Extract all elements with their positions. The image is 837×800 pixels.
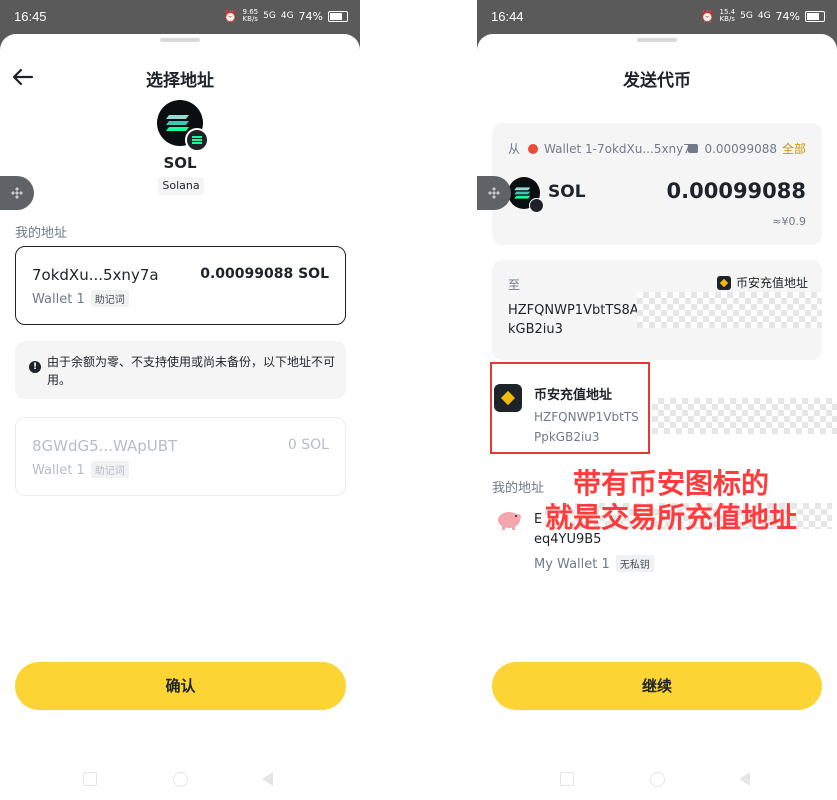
- status-icons: ⏰ 9.65 KB/s 5G 4G 74%: [224, 9, 348, 23]
- to-address-line1: HZFQNWP1VbtTS8A: [508, 303, 639, 318]
- wallet-balance-icon: [688, 144, 699, 153]
- exchange-label: 币安充值地址: [735, 276, 808, 290]
- continue-button[interactable]: 继续: [492, 662, 822, 710]
- amount-input[interactable]: 0.00099088: [667, 179, 806, 203]
- binance-diamond-icon: [488, 187, 500, 199]
- sol-network-badge-icon: [529, 198, 544, 213]
- system-nav-bar: [477, 770, 837, 790]
- address-balance: 0.00099088 SOL: [200, 266, 329, 282]
- coin-symbol: SOL: [163, 154, 197, 172]
- binance-logo-icon: [716, 275, 731, 290]
- notice-text: 由于余额为零、不支持使用或尚未备份，以下地址不可用。: [47, 355, 336, 387]
- back-nav-icon[interactable]: [739, 772, 750, 786]
- mnemonic-tag: 助记词: [90, 290, 129, 307]
- bottom-sheet: 选择地址 SOL Solana 我的地址 7okdXu...5xny7a 0.0…: [0, 34, 360, 800]
- battery-icon: [328, 10, 348, 22]
- sol-network-badge-icon: [185, 128, 209, 152]
- network-5g: 5G: [740, 11, 753, 21]
- info-icon: !: [29, 361, 41, 373]
- sheet-handle[interactable]: [160, 38, 200, 42]
- net-speed: 9.65 KB/s: [242, 8, 259, 23]
- net-speed: 15.4 KB/s: [719, 8, 736, 23]
- network-5g: 5G: [263, 11, 276, 21]
- fiat-value: ≈¥0.9: [772, 215, 806, 228]
- wallet-name: Wallet 1: [32, 292, 85, 307]
- to-card[interactable]: 至 币安充值地址 HZFQNWP1VbtTS8A kGB2iu3: [492, 260, 822, 360]
- no-private-key-tag: 无私钥: [615, 555, 654, 572]
- status-bar: 16:45 ⏰ 9.65 KB/s 5G 4G 74%: [0, 0, 360, 34]
- recent-apps-icon[interactable]: [83, 772, 97, 786]
- sol-coin-icon[interactable]: [508, 177, 544, 213]
- piggy-bank-icon: [498, 512, 521, 530]
- battery-percent: 74%: [775, 9, 800, 23]
- status-bar: 16:44 ⏰ 15.4 KB/s 5G 4G 74%: [477, 0, 837, 34]
- side-floating-tab[interactable]: [0, 176, 34, 210]
- home-icon[interactable]: [650, 772, 665, 787]
- sheet-handle[interactable]: [637, 38, 677, 42]
- signal-4g: 4G: [280, 11, 294, 21]
- address-card-disabled: 8GWdG5...WApUBT 0 SOL Wallet 1 助记词: [15, 417, 346, 496]
- from-card[interactable]: 从 Wallet 1-7okdXu...5xny7a 0.00099088 全部…: [492, 123, 822, 245]
- redacted-area: [637, 292, 822, 328]
- token-symbol[interactable]: SOL: [548, 182, 586, 202]
- from-balance: 0.00099088: [704, 141, 777, 156]
- annotation-line2: 就是交易所充值地址: [545, 501, 798, 534]
- battery-icon: [805, 10, 825, 22]
- page-title: 发送代币: [623, 71, 691, 91]
- all-button[interactable]: 全部: [782, 140, 806, 157]
- highlight-box: [490, 362, 650, 454]
- to-address-line2: kGB2iu3: [508, 322, 563, 337]
- confirm-button[interactable]: 确认: [15, 662, 346, 710]
- back-nav-icon[interactable]: [262, 772, 273, 786]
- alarm-icon: ⏰: [223, 9, 238, 23]
- section-label-my-address: 我的地址: [492, 481, 545, 496]
- page-title: 选择地址: [146, 71, 214, 91]
- redacted-area: [652, 398, 837, 434]
- address-balance: 0 SOL: [287, 437, 329, 453]
- network-tag: Solana: [158, 177, 204, 195]
- status-time: 16:44: [491, 9, 524, 24]
- address-text: 7okdXu...5xny7a: [32, 266, 159, 284]
- status-time: 16:45: [14, 9, 47, 24]
- unavailable-notice: ! 由于余额为零、不支持使用或尚未备份，以下地址不可用。: [15, 341, 346, 399]
- address-text: 8GWdG5...WApUBT: [32, 437, 178, 455]
- home-icon[interactable]: [173, 772, 188, 787]
- status-icons: ⏰ 15.4 KB/s 5G 4G 74%: [701, 9, 825, 23]
- battery-percent: 74%: [298, 9, 323, 23]
- alarm-icon: ⏰: [700, 9, 715, 23]
- wallet-name: Wallet 1: [32, 463, 85, 478]
- side-floating-tab[interactable]: [477, 176, 511, 210]
- signal-4g: 4G: [757, 11, 771, 21]
- fox-wallet-icon: [528, 143, 539, 154]
- section-label-my-address: 我的地址: [15, 226, 68, 241]
- system-nav-bar: [0, 770, 360, 790]
- sol-coin-icon: [157, 100, 209, 152]
- recent-apps-icon[interactable]: [560, 772, 574, 786]
- from-label: 从: [508, 142, 521, 156]
- binance-diamond-icon: [11, 187, 23, 199]
- left-phone-screen: 16:45 ⏰ 9.65 KB/s 5G 4G 74% 选择地址 SOL Sol…: [0, 0, 360, 800]
- to-label: 至: [508, 278, 521, 292]
- address-card-selected[interactable]: 7okdXu...5xny7a 0.00099088 SOL Wallet 1 助…: [15, 246, 346, 325]
- wallet-name: My Wallet 1: [534, 557, 610, 572]
- from-wallet: Wallet 1-7okdXu...5xny7a: [544, 141, 699, 156]
- mnemonic-tag: 助记词: [90, 461, 129, 478]
